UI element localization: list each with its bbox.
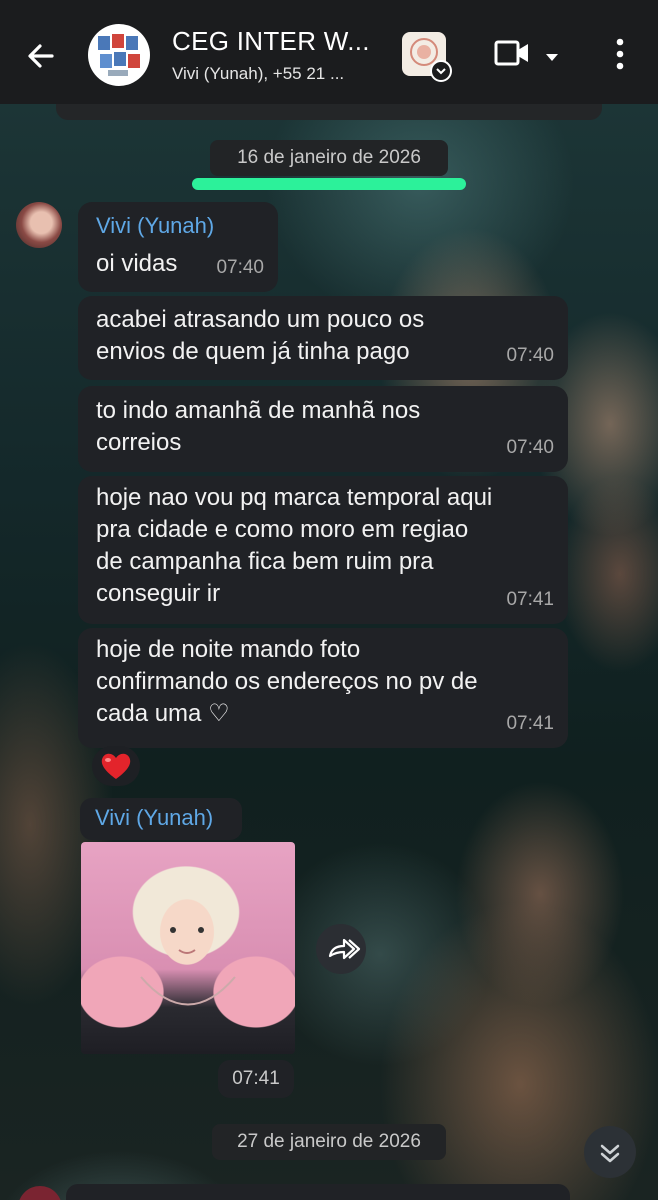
message-time: 07:41: [218, 1060, 294, 1098]
message-time: 07:40: [506, 345, 554, 366]
photo-sender-chip[interactable]: Vivi (Yunah): [80, 798, 242, 840]
message-time: 07:41: [506, 589, 554, 610]
message-bubble[interactable]: hoje nao vou pq marca temporal aqui pra …: [78, 476, 568, 624]
photo-message-image[interactable]: [81, 842, 295, 1054]
more-vert-icon[interactable]: [612, 36, 628, 72]
date-separator: 16 de janeiro de 2026: [210, 140, 448, 176]
message-time: 07:40: [216, 257, 264, 278]
message-bubble[interactable]: Vivi (Yunah) oi vidas 07:40: [78, 202, 278, 292]
heart-icon[interactable]: ❤️: [92, 746, 140, 786]
message-text: oi vidas: [96, 250, 178, 277]
message-bubble[interactable]: to indo amanhã de manhã nos correios 07:…: [78, 386, 568, 472]
caret-down-icon[interactable]: [544, 50, 560, 61]
sticker-icon[interactable]: [402, 32, 452, 82]
message-text: acabei atrasando um pouco os envios de q…: [96, 306, 425, 365]
highlight-mark: [192, 178, 466, 190]
message-text: hoje de noite mando foto confirmando os …: [96, 636, 478, 727]
forward-icon[interactable]: [316, 924, 366, 974]
message-bubble[interactable]: [66, 1184, 570, 1200]
chat-participants[interactable]: Vivi (Yunah), +55 21 ...: [172, 64, 387, 84]
message-text: hoje nao vou pq marca temporal aqui pra …: [96, 484, 493, 607]
message-bubble[interactable]: hoje de noite mando foto confirmando os …: [78, 628, 568, 748]
video-call-icon[interactable]: [494, 38, 530, 68]
sender-name[interactable]: Vivi (Yunah): [96, 210, 214, 242]
chevron-down-icon[interactable]: [430, 60, 452, 82]
message-time: 07:41: [506, 713, 554, 734]
date-separator: 27 de janeiro de 2026: [212, 1124, 446, 1160]
sender-name[interactable]: Vivi (Yunah): [95, 805, 213, 831]
message-text: to indo amanhã de manhã nos correios: [96, 397, 421, 456]
avatar[interactable]: [16, 202, 62, 248]
chat-header: CEG INTER W... Vivi (Yunah), +55 21 ...: [0, 0, 658, 104]
chat-title[interactable]: CEG INTER W...: [172, 26, 382, 57]
arrow-left-icon[interactable]: [22, 36, 62, 76]
double-chevron-down-icon[interactable]: [584, 1126, 636, 1178]
group-avatar[interactable]: [88, 24, 150, 86]
message-bubble[interactable]: acabei atrasando um pouco os envios de q…: [78, 296, 568, 380]
message-time: 07:40: [506, 437, 554, 458]
